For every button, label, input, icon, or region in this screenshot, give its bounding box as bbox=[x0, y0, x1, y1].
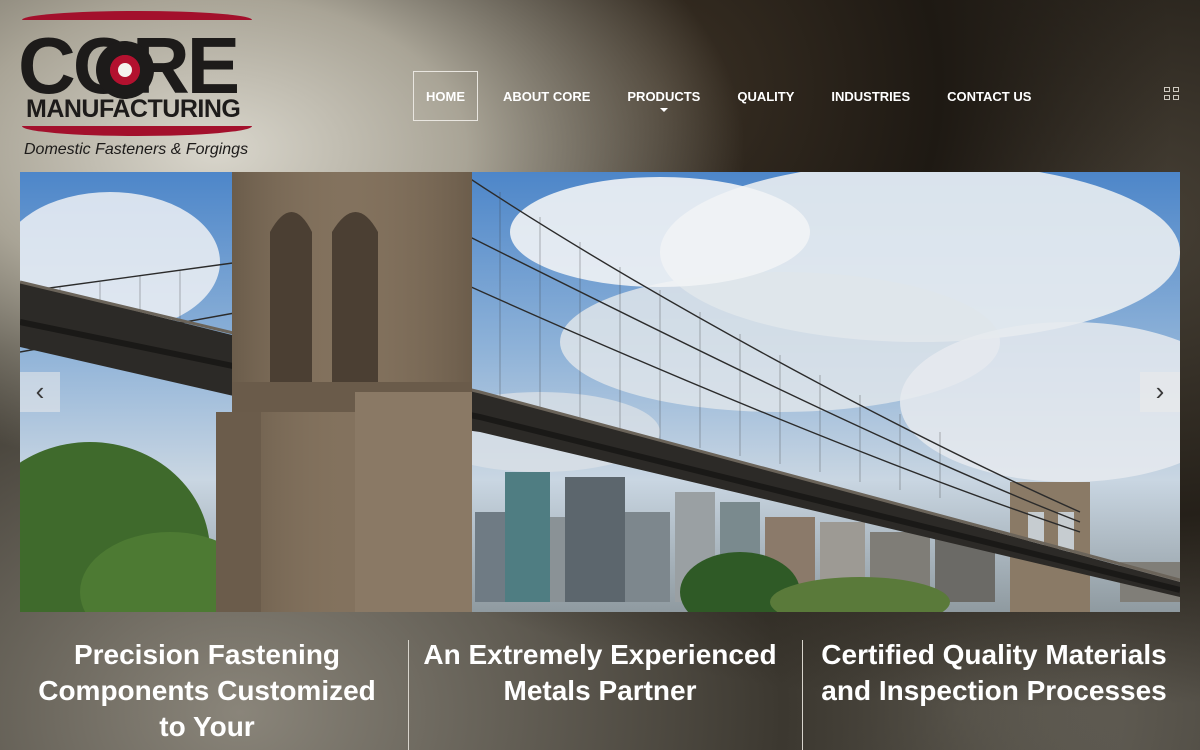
nav-industries-label: INDUSTRIES bbox=[831, 88, 911, 104]
logo-tagline: Domestic Fasteners & Forgings bbox=[24, 141, 249, 158]
feature-divider bbox=[408, 640, 409, 750]
site-header: CORE MANUFACTURING Domestic Fasteners & … bbox=[0, 0, 1200, 172]
bridge-photo bbox=[20, 172, 1180, 612]
feature-certified-quality: Certified Quality Materials and Inspecti… bbox=[821, 639, 1167, 706]
nav-quality-label: QUALITY bbox=[737, 88, 795, 104]
nav-home[interactable]: HOME bbox=[413, 71, 478, 121]
nav-products-label: PRODUCTS bbox=[627, 88, 701, 104]
logo-top-swoosh bbox=[22, 11, 252, 20]
nav-about-core[interactable]: ABOUT CORE bbox=[491, 71, 602, 121]
logo-manufacturing-text: MANUFACTURING bbox=[26, 95, 241, 123]
grid-icon[interactable] bbox=[1164, 87, 1179, 100]
feature-divider bbox=[802, 640, 803, 750]
core-manufacturing-logo[interactable]: CORE MANUFACTURING Domestic Fasteners & … bbox=[18, 8, 258, 164]
features-row: Precision Fastening Components Customize… bbox=[0, 612, 1200, 750]
slider-next-button[interactable]: › bbox=[1140, 372, 1180, 412]
nav-about-core-label: ABOUT CORE bbox=[503, 88, 591, 104]
nav-industries[interactable]: INDUSTRIES bbox=[819, 71, 922, 121]
nav-home-label: HOME bbox=[426, 88, 465, 104]
main-nav: HOME ABOUT CORE PRODUCTS QUALITY INDUSTR… bbox=[413, 71, 1056, 121]
slider-prev-button[interactable]: ‹ bbox=[20, 372, 60, 412]
hero-slider: ‹ › bbox=[20, 172, 1180, 612]
feature-precision-fastening: Precision Fastening Components Customize… bbox=[38, 639, 376, 742]
dropdown-caret-icon bbox=[659, 108, 668, 112]
nav-contact-us[interactable]: CONTACT US bbox=[935, 71, 1043, 121]
feature-metals-partner: An Extremely Experienced Metals Partner bbox=[423, 639, 777, 706]
nav-products[interactable]: PRODUCTS bbox=[615, 71, 712, 121]
logo-bottom-swoosh bbox=[22, 126, 252, 136]
nav-contact-us-label: CONTACT US bbox=[947, 88, 1032, 104]
nav-quality[interactable]: QUALITY bbox=[725, 71, 806, 121]
logo-bolt-icon bbox=[96, 41, 154, 99]
